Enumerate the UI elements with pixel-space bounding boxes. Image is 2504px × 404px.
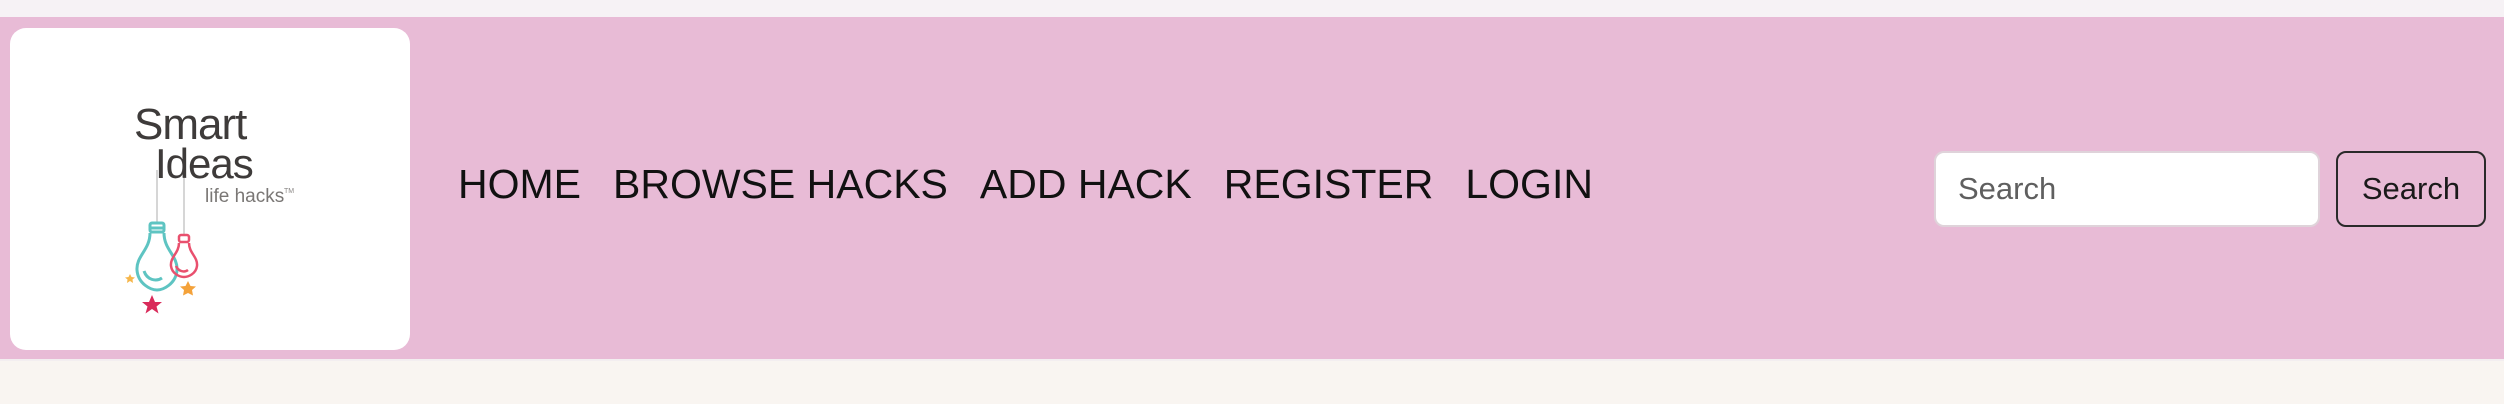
logo-word-ideas: Ideas [155, 140, 254, 187]
nav-link-home[interactable]: HOME [458, 164, 581, 205]
top-strip [0, 0, 2504, 17]
search-input[interactable] [1934, 151, 2320, 227]
logo-trademark: TM [284, 188, 295, 195]
nav-link-register[interactable]: REGISTER [1224, 164, 1434, 205]
search-button[interactable]: Search [2336, 151, 2486, 227]
nav-link-login[interactable]: LOGIN [1465, 164, 1593, 205]
brand-logo-link[interactable]: Smart Ideas life hacks TM [10, 28, 410, 350]
nav-link-add-hack[interactable]: ADD HACK [980, 164, 1192, 205]
nav-link-browse-hacks[interactable]: BROWSE HACKS [613, 164, 948, 205]
nav-links: HOME BROWSE HACKS ADD HACK REGISTER LOGI… [458, 164, 1593, 205]
logo-tagline: life hacks [205, 186, 285, 207]
navbar: Smart Ideas life hacks TM HOME BROWSE HA… [0, 17, 2504, 361]
